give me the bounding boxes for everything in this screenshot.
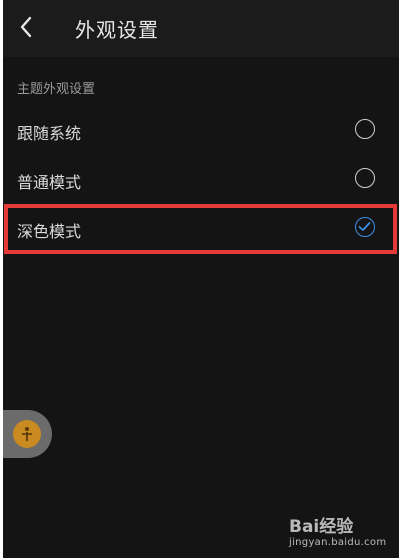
radio-unchecked-icon[interactable] (355, 168, 375, 188)
floating-assistant-button[interactable] (3, 410, 52, 458)
page-title: 外观设置 (75, 18, 159, 42)
option-label: 普通模式 (17, 173, 82, 192)
radio-unchecked-icon[interactable] (355, 119, 375, 139)
option-follow-system[interactable]: 跟随系统 (3, 107, 399, 155)
top-bar: 外观设置 (3, 0, 399, 57)
option-normal-mode[interactable]: 普通模式 (3, 156, 399, 204)
assistant-icon (13, 420, 41, 448)
watermark-url: jingyan.baidu.com (289, 537, 387, 548)
chevron-left-icon (20, 16, 32, 38)
option-label: 跟随系统 (17, 124, 82, 143)
app-screen: 外观设置 主题外观设置 跟随系统 普通模式 深色模式 Bai经验 jingyan… (3, 0, 399, 558)
baidu-jingyan-watermark: Bai经验 jingyan.baidu.com (289, 512, 399, 548)
highlight-box (4, 204, 397, 254)
watermark-logo: Bai经验 (289, 517, 354, 537)
back-button[interactable] (11, 12, 41, 42)
section-label: 主题外观设置 (17, 82, 96, 97)
